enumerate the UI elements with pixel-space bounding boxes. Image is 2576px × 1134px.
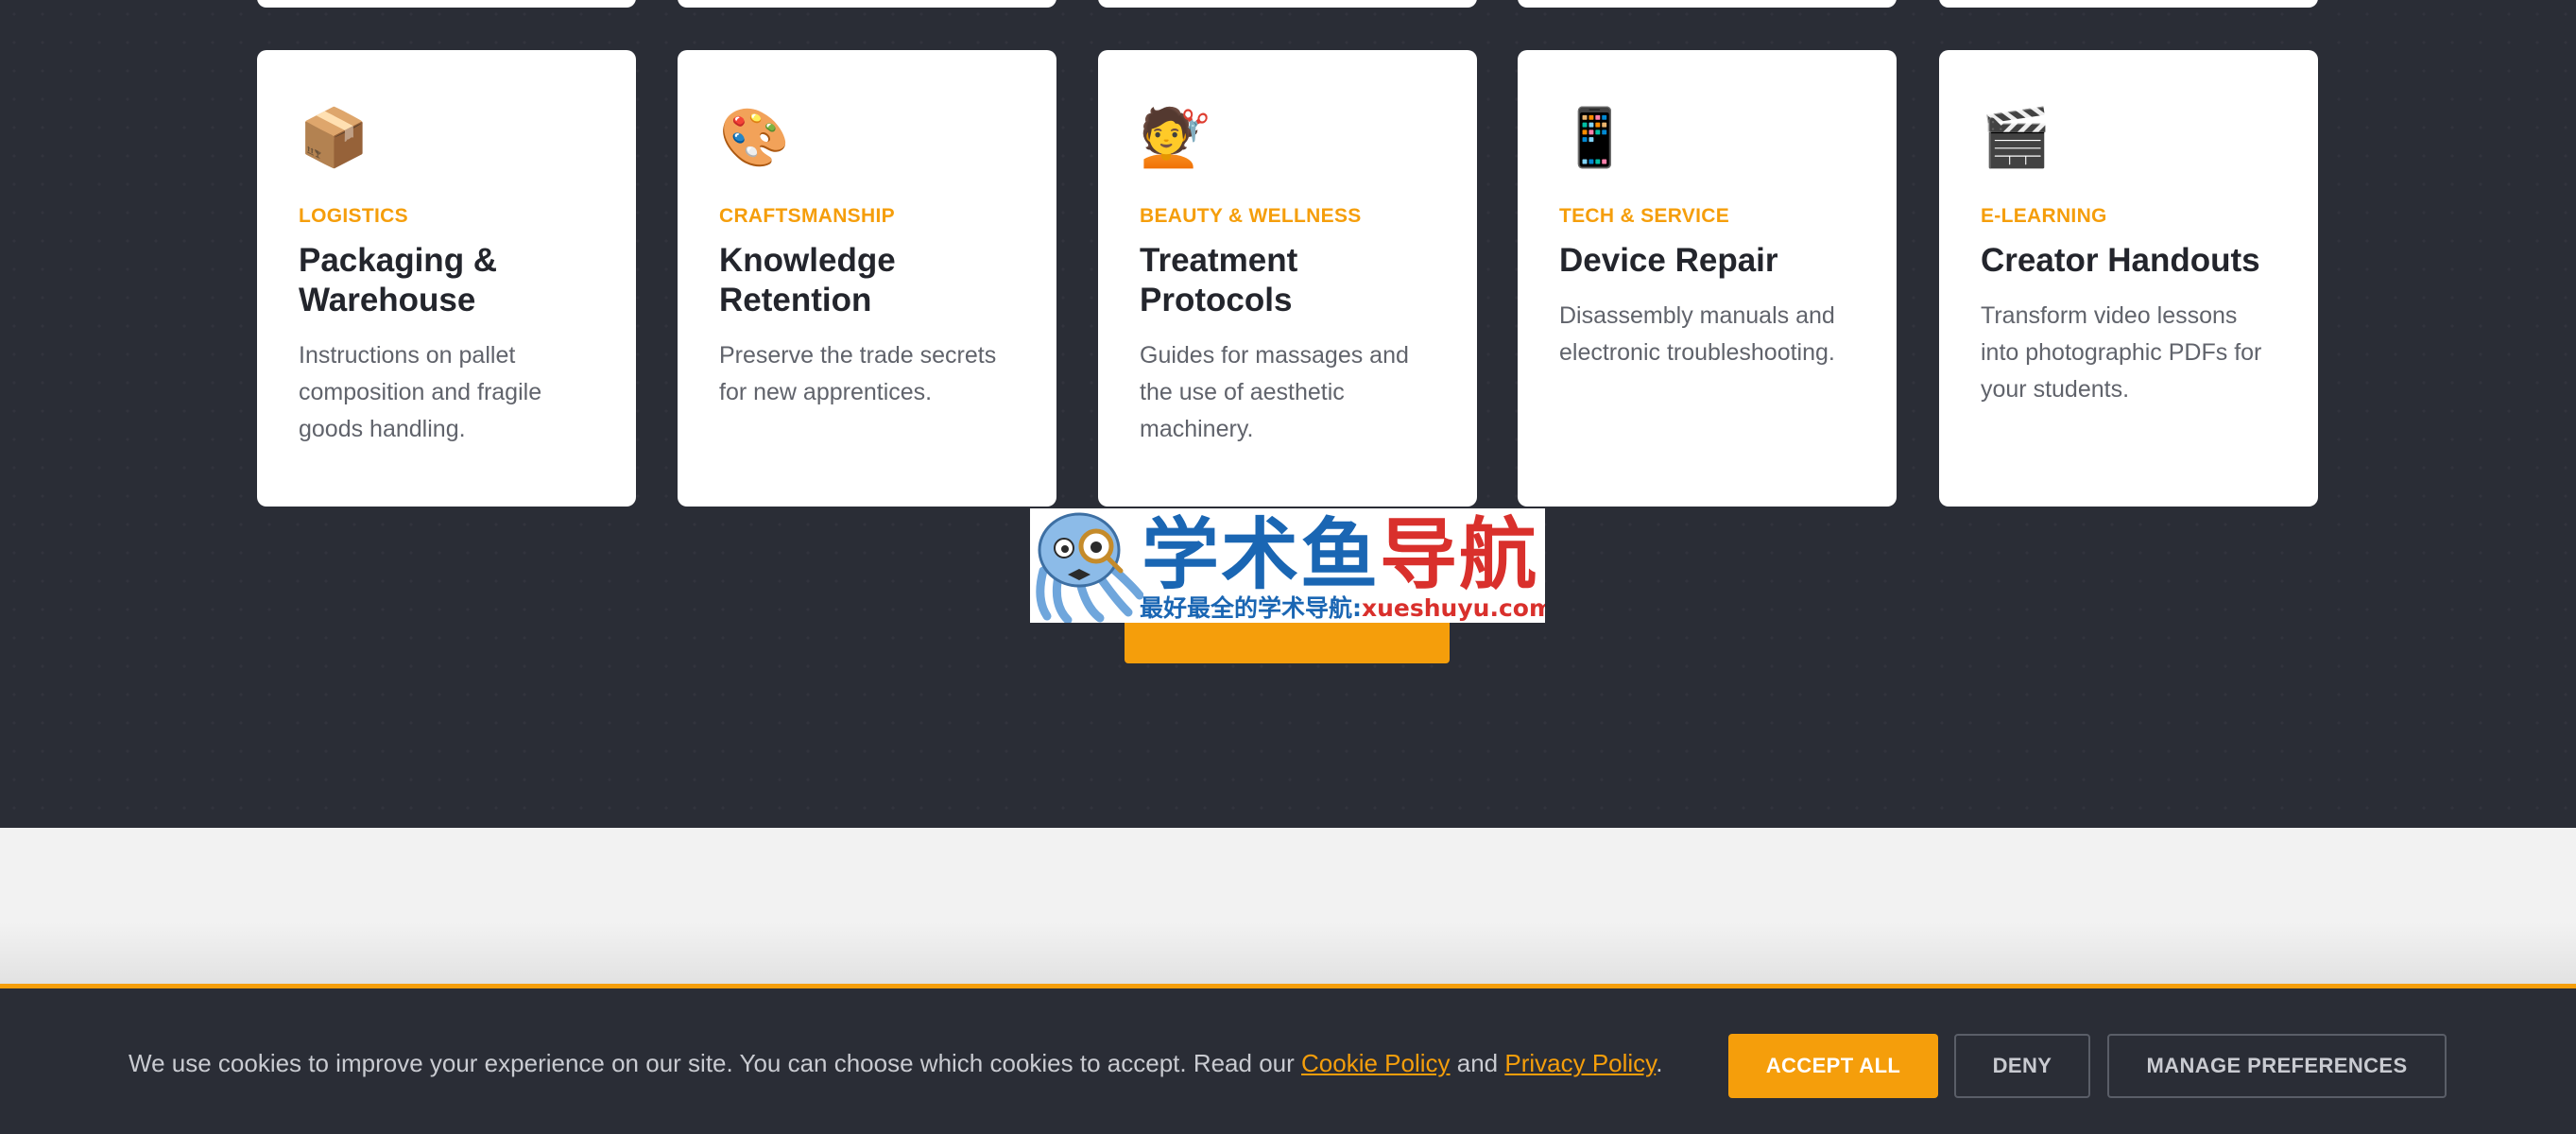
haircut-icon: 💇 xyxy=(1140,105,1211,171)
card-category: CRAFTSMANSHIP xyxy=(719,205,895,227)
manage-preferences-button[interactable]: MANAGE PREFERENCES xyxy=(2107,1034,2447,1098)
previous-row-card xyxy=(1098,0,1477,8)
card-title: Knowledge Retention xyxy=(719,242,896,318)
use-case-card-craftsmanship[interactable]: 🎨 CRAFTSMANSHIP Knowledge Retention Pres… xyxy=(678,50,1056,507)
cookie-message: We use cookies to improve your experienc… xyxy=(129,1049,1663,1077)
previous-row-card xyxy=(678,0,1056,8)
card-category: LOGISTICS xyxy=(299,205,408,227)
watermark-subtitle: 最好最全的学术导航:xueshuyu.com xyxy=(1140,594,1545,622)
use-case-card-logistics[interactable]: 📦 LOGISTICS Packaging & Warehouse Instru… xyxy=(257,50,636,507)
deny-button[interactable]: DENY xyxy=(1954,1034,2090,1098)
card-title: Creator Handouts xyxy=(1981,242,2260,279)
palette-icon: 🎨 xyxy=(719,105,790,171)
package-icon: 📦 xyxy=(299,105,369,171)
cookie-policy-link[interactable]: Cookie Policy xyxy=(1301,1049,1451,1077)
card-description: Guides for massages and the use of aesth… xyxy=(1140,342,1409,442)
use-case-card-beauty-wellness[interactable]: 💇 BEAUTY & WELLNESS Treatment Protocols … xyxy=(1098,50,1477,507)
previous-row-card xyxy=(257,0,636,8)
card-category: E-LEARNING xyxy=(1981,205,2107,227)
card-description: Transform video lessons into photographi… xyxy=(1981,302,2262,403)
previous-row-card xyxy=(1518,0,1897,8)
card-title: Treatment Protocols xyxy=(1140,242,1298,318)
accept-all-button[interactable]: ACCEPT ALL xyxy=(1728,1034,1938,1098)
use-case-card-tech-service[interactable]: 📱 TECH & SERVICE Device Repair Disassemb… xyxy=(1518,50,1897,507)
mobile-phone-icon: 📱 xyxy=(1559,105,1630,171)
banner-shadow xyxy=(0,921,2576,988)
card-description: Preserve the trade secrets for new appre… xyxy=(719,342,997,405)
cookie-consent-banner: We use cookies to improve your experienc… xyxy=(0,984,2576,1134)
use-case-card-e-learning[interactable]: 🎬 E-LEARNING Creator Handouts Transform … xyxy=(1939,50,2318,507)
card-description: Instructions on pallet composition and f… xyxy=(299,342,542,442)
watermark-logo: 学术鱼导航 最好最全的学术导航:xueshuyu.com xyxy=(1030,508,1545,623)
privacy-policy-link[interactable]: Privacy Policy xyxy=(1504,1049,1656,1077)
card-category: BEAUTY & WELLNESS xyxy=(1140,205,1362,227)
clapper-board-icon: 🎬 xyxy=(1981,105,2052,171)
octopus-mascot-icon xyxy=(1036,512,1143,623)
card-description: Disassembly manuals and electronic troub… xyxy=(1559,302,1835,366)
previous-row-card xyxy=(1939,0,2318,8)
card-title: Device Repair xyxy=(1559,242,1778,279)
watermark-title: 学术鱼导航 xyxy=(1142,510,1539,600)
services-section: 📦 LOGISTICS Packaging & Warehouse Instru… xyxy=(0,0,2576,828)
card-title: Packaging & Warehouse xyxy=(299,242,498,318)
card-category: TECH & SERVICE xyxy=(1559,205,1730,227)
